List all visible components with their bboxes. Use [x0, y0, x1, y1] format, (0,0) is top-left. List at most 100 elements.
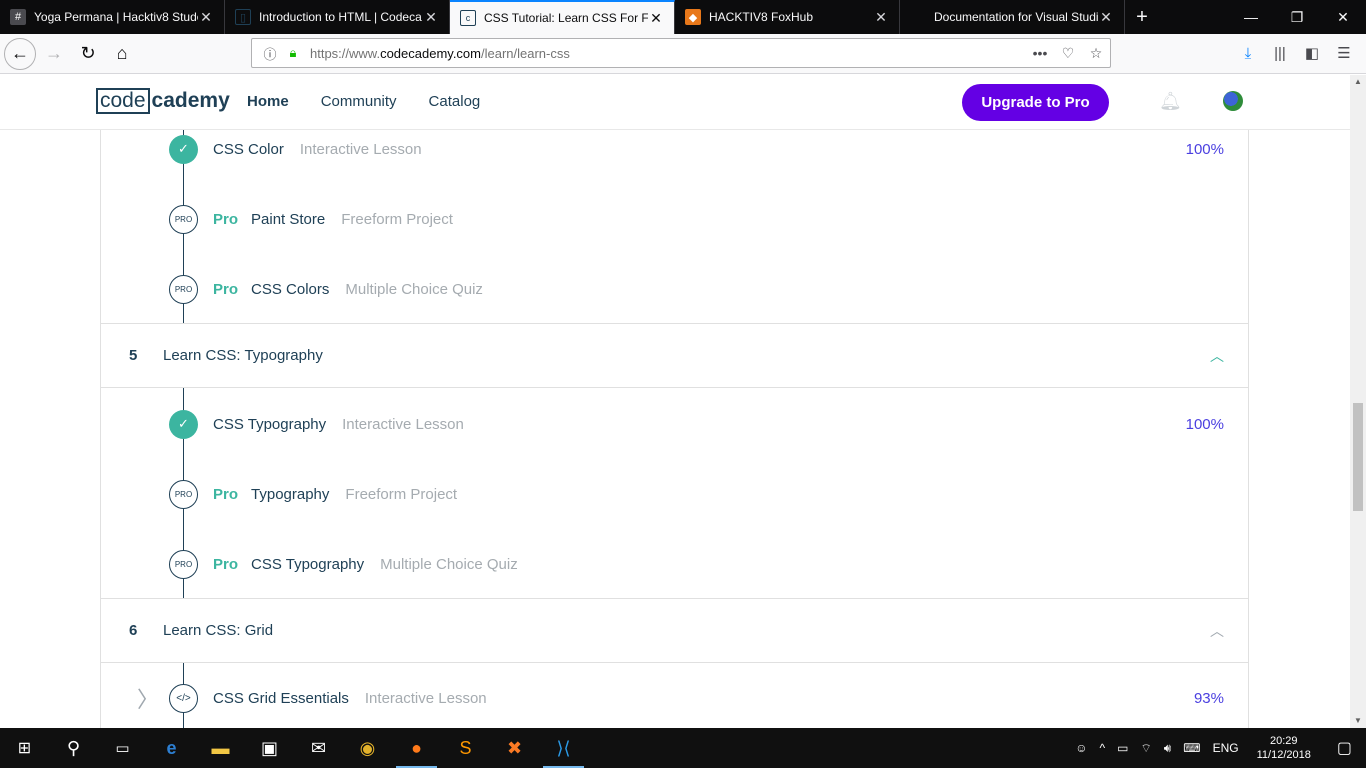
check-icon: ✓	[169, 134, 198, 164]
mail-icon[interactable]: ✉	[294, 728, 343, 768]
chrome-icon[interactable]: ◉	[343, 728, 392, 768]
item-kind: Multiple Choice Quiz	[345, 280, 483, 298]
browser-tab-2[interactable]: ▯ Introduction to HTML | Codeca ✕	[225, 0, 450, 34]
close-tab-icon[interactable]: ✕	[423, 9, 439, 26]
close-window-icon[interactable]: ✕	[1320, 0, 1366, 34]
menu-icon[interactable]: ☰	[1328, 38, 1360, 68]
store-icon[interactable]: ▣	[245, 728, 294, 768]
reload-button[interactable]: ↻	[72, 38, 104, 70]
vscode-icon[interactable]: ⟩⟨	[539, 728, 588, 768]
page-content: code cademy Home Community Catalog Upgrad…	[0, 75, 1350, 728]
language-indicator[interactable]: ENG	[1207, 741, 1245, 755]
nav-catalog[interactable]: Catalog	[429, 93, 481, 110]
library-icon[interactable]: |||	[1264, 38, 1296, 68]
tab-title: Yoga Permana | Hacktiv8 Stude	[34, 10, 198, 24]
item-kind: Interactive Lesson	[342, 415, 464, 433]
sublime-icon[interactable]: S	[441, 728, 490, 768]
pocket-icon[interactable]: ♡	[1054, 45, 1082, 62]
battery-icon[interactable]: ▭	[1111, 741, 1134, 755]
close-tab-icon[interactable]: ✕	[873, 9, 889, 26]
chevron-up-icon[interactable]: ︿	[1210, 621, 1224, 641]
scrollbar-thumb[interactable]	[1353, 403, 1363, 511]
page-scrollbar[interactable]: ▲ ▼	[1350, 75, 1366, 728]
item-percent: 100%	[1185, 140, 1224, 158]
tab-title: Documentation for Visual Studi	[934, 10, 1098, 24]
info-icon[interactable]: ⓘ	[258, 44, 282, 63]
url-text[interactable]: https://www.codecademy.com/learn/learn-c…	[310, 46, 1026, 61]
code-icon: </>	[169, 683, 198, 713]
item-kind: Multiple Choice Quiz	[380, 555, 518, 573]
people-icon[interactable]: ☺	[1069, 741, 1093, 755]
list-item[interactable]: PRO Pro Paint Store Freeform Project	[101, 184, 1248, 254]
list-item[interactable]: PRO Pro CSS Typography Multiple Choice Qui…	[101, 529, 1248, 599]
home-button[interactable]: ⌂	[106, 38, 138, 70]
item-name: Typography	[251, 485, 330, 503]
restore-icon[interactable]: ❐	[1274, 0, 1320, 34]
module-header[interactable]: 6 Learn CSS: Grid ︿	[101, 598, 1248, 663]
module-title: Learn CSS: Grid	[163, 622, 274, 639]
list-item[interactable]: ✓ CSS Color Interactive Lesson 100%	[101, 114, 1248, 184]
keyboard-icon[interactable]: ⌨	[1177, 741, 1206, 755]
browser-tab-3[interactable]: c CSS Tutorial: Learn CSS For Fre ✕	[450, 0, 675, 34]
codecademy-icon: ▯	[235, 9, 251, 25]
wifi-icon[interactable]: ⌔	[1134, 741, 1157, 756]
file-explorer-icon[interactable]: ▬	[196, 728, 245, 768]
start-icon[interactable]: ⊞	[0, 728, 49, 768]
close-tab-icon[interactable]: ✕	[198, 9, 214, 26]
back-button[interactable]: ←	[4, 37, 36, 70]
browser-tab-strip: # Yoga Permana | Hacktiv8 Stude ✕ ▯ Intr…	[0, 0, 1366, 34]
item-name: CSS Typography	[251, 555, 365, 573]
module-header[interactable]: 5 Learn CSS: Typography ︿	[101, 323, 1248, 388]
codecademy-icon: c	[460, 10, 476, 26]
lock-icon: 🔒︎	[289, 45, 297, 60]
url-bar[interactable]: ⓘ 🔒︎ https://www.codecademy.com/learn/le…	[251, 38, 1111, 68]
tab-title: CSS Tutorial: Learn CSS For Fre	[484, 11, 648, 25]
windows-taskbar: ⊞ ⚲ ▭ e ▬ ▣ ✉ ◉ ● S ✖ ⟩⟨ ☺ ^ ▭ ⌔ 🔊︎ ⌨ EN…	[0, 728, 1366, 768]
module-title: Learn CSS: Typography	[163, 347, 323, 364]
browser-tab-4[interactable]: ◆ HACKTIV8 FoxHub ✕	[675, 0, 900, 34]
search-icon[interactable]: ⚲	[49, 728, 98, 768]
list-item[interactable]: ✓ CSS Typography Interactive Lesson 100%	[101, 389, 1248, 459]
download-icon[interactable]: ⤓	[1232, 38, 1264, 68]
pro-tag: Pro	[213, 555, 239, 573]
bookmark-star-icon[interactable]: ☆	[1082, 45, 1110, 62]
module-number: 5	[129, 347, 138, 364]
list-item[interactable]: 〉 </> CSS Grid Essentials Interactive Les…	[101, 663, 1248, 728]
codecademy-logo[interactable]: code cademy	[96, 88, 230, 114]
scroll-down-icon[interactable]: ▼	[1350, 714, 1366, 728]
bell-icon[interactable]: 🔔︎	[1159, 91, 1182, 112]
minimize-icon[interactable]: —	[1228, 0, 1274, 34]
forward-button[interactable]: →	[38, 38, 70, 70]
list-item[interactable]: PRO Pro Typography Freeform Project	[101, 459, 1248, 529]
browser-navbar: ← → ↻ ⌂ ⓘ 🔒︎ https://www.codecademy.com/…	[0, 34, 1366, 74]
fox-icon: ◆	[685, 9, 701, 25]
nav-home[interactable]: Home	[247, 93, 289, 110]
nav-community[interactable]: Community	[321, 93, 397, 110]
edge-icon[interactable]: e	[147, 728, 196, 768]
firefox-icon[interactable]: ●	[392, 728, 441, 768]
new-tab-button[interactable]: +	[1125, 0, 1159, 34]
syllabus: ✓ CSS Color Interactive Lesson 100% PRO P…	[100, 130, 1249, 728]
avatar[interactable]	[1223, 91, 1243, 111]
tab-title: Introduction to HTML | Codeca	[259, 10, 422, 24]
item-kind: Interactive Lesson	[364, 689, 487, 707]
chevron-up-icon[interactable]: ︿	[1210, 346, 1224, 366]
list-item[interactable]: PRO Pro CSS Colors Multiple Choice Quiz	[101, 254, 1248, 324]
item-percent: 100%	[1185, 415, 1224, 433]
sidebar-icon[interactable]: ◧	[1296, 38, 1328, 68]
browser-tab-1[interactable]: # Yoga Permana | Hacktiv8 Stude ✕	[0, 0, 225, 34]
task-view-icon[interactable]: ▭	[98, 728, 147, 768]
xampp-icon[interactable]: ✖	[490, 728, 539, 768]
close-tab-icon[interactable]: ✕	[648, 10, 664, 27]
chevron-up-icon[interactable]: ^	[1093, 741, 1111, 755]
browser-tab-5[interactable]: Documentation for Visual Studi ✕	[900, 0, 1125, 34]
clock[interactable]: 20:29 11/12/2018	[1245, 734, 1323, 762]
notification-icon[interactable]: ▢	[1323, 738, 1366, 758]
item-kind: Freeform Project	[341, 210, 453, 228]
toolbar-right: ⤓ ||| ◧ ☰	[1232, 38, 1360, 68]
scroll-up-icon[interactable]: ▲	[1350, 75, 1366, 89]
item-name: CSS Typography	[213, 415, 327, 433]
page-actions-icon[interactable]: •••	[1026, 45, 1054, 61]
close-tab-icon[interactable]: ✕	[1098, 9, 1114, 26]
volume-icon[interactable]: 🔊︎	[1158, 741, 1178, 756]
